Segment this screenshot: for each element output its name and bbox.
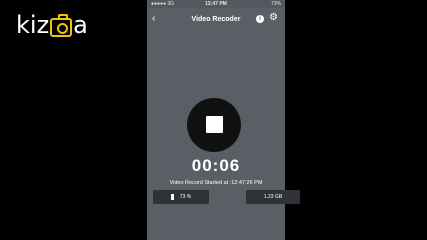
stop-icon bbox=[206, 116, 223, 133]
page-title: Video Recoder bbox=[191, 16, 241, 23]
recording-timer: 00:06 bbox=[191, 156, 241, 175]
kizoa-logo: kiz a bbox=[16, 12, 88, 38]
gear-icon[interactable]: ⚙ bbox=[269, 13, 278, 23]
battery-value: 73 % bbox=[179, 194, 192, 200]
info-icon[interactable]: i bbox=[256, 15, 264, 23]
status-time: 12:47 PM bbox=[205, 1, 227, 7]
status-bar: ●●●●● 3G 12:47 PM 73% bbox=[147, 0, 285, 8]
logo-suffix: a bbox=[73, 11, 88, 39]
logo-prefix: kiz bbox=[16, 11, 50, 39]
record-stop-button[interactable] bbox=[187, 98, 241, 152]
status-battery: 73% bbox=[270, 1, 281, 7]
record-started-text: Video Record Started at :12:47:26 PM bbox=[169, 180, 263, 186]
app-header: ‹ Video Recoder i ⚙ bbox=[147, 10, 285, 30]
storage-value: 1.23 GB bbox=[263, 194, 283, 200]
phone-screen: ●●●●● 3G 12:47 PM 73% ‹ Video Recoder i … bbox=[147, 0, 300, 240]
storage-stat: 1.23 GB bbox=[246, 190, 300, 204]
battery-icon bbox=[170, 193, 174, 200]
camera-icon bbox=[50, 13, 73, 37]
battery-stat: 73 % bbox=[153, 190, 209, 204]
